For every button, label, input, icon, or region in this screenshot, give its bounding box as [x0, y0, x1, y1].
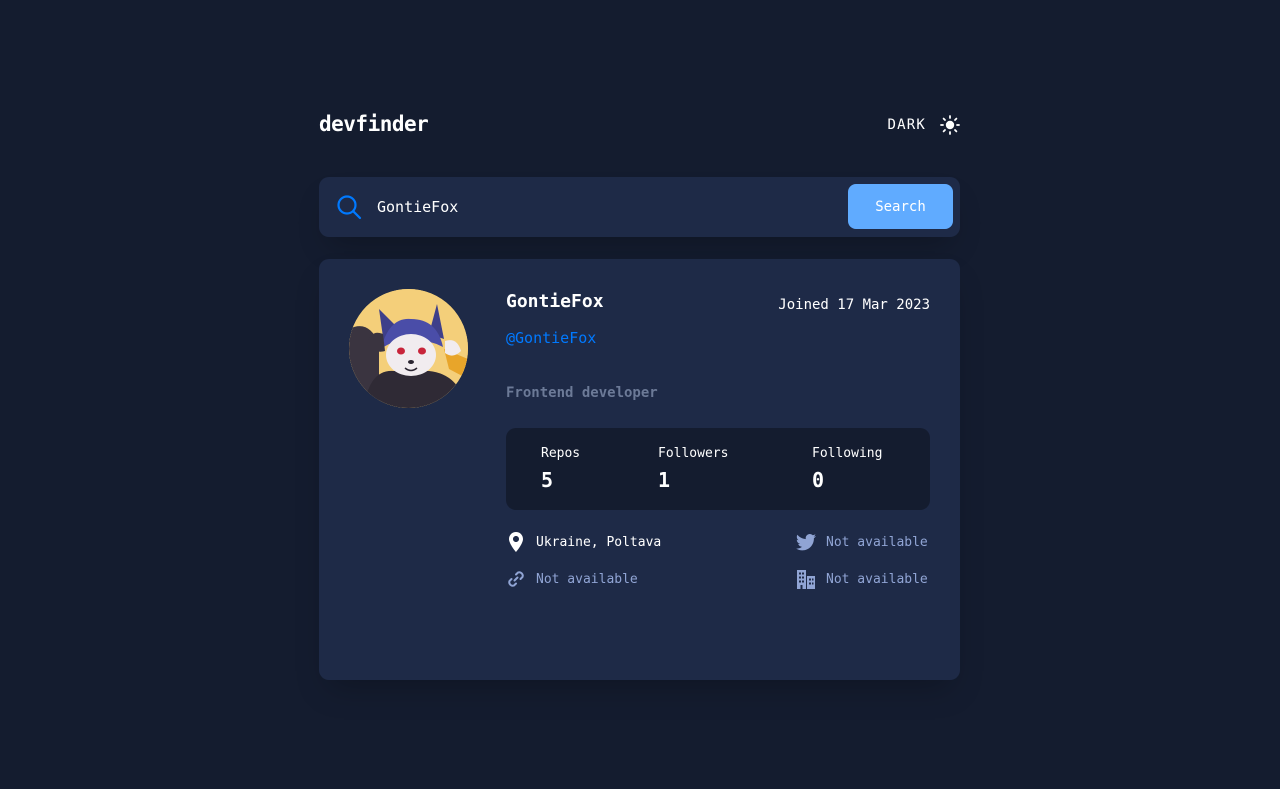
search-button[interactable]: Search	[848, 184, 953, 229]
sun-icon[interactable]	[940, 115, 960, 135]
location-pin-icon	[506, 532, 526, 552]
stat-repos-value: 5	[541, 468, 554, 492]
avatar	[349, 289, 468, 408]
link-icon	[506, 569, 526, 589]
company-text: Not available	[826, 571, 928, 587]
avatar-image	[349, 289, 468, 408]
search-input[interactable]	[377, 191, 837, 223]
twitter-icon	[796, 532, 816, 552]
profile-card: GontieFox Joined 17 Mar 2023 @GontieFox …	[319, 259, 960, 680]
twitter-info: Not available	[796, 531, 928, 553]
search-icon	[337, 195, 362, 220]
profile-name: GontieFox	[506, 291, 604, 312]
stat-repos-label: Repos	[541, 446, 581, 461]
app-logo: devfinder	[319, 112, 429, 136]
stat-followers-value: 1	[658, 468, 671, 492]
stats-panel: Repos 5 Followers 1 Following 0	[506, 428, 930, 510]
location-info: Ukraine, Poltava	[506, 531, 661, 553]
header: devfinder DARK	[319, 108, 960, 142]
joined-date: Joined 17 Mar 2023	[778, 297, 930, 313]
stat-following-label: Following	[812, 446, 883, 461]
stat-repos: Repos 5	[541, 445, 580, 492]
blog-text: Not available	[536, 571, 638, 587]
company-building-icon	[796, 569, 816, 589]
twitter-text: Not available	[826, 534, 928, 550]
theme-label[interactable]: DARK	[887, 117, 926, 133]
theme-toggle[interactable]: DARK	[887, 110, 960, 140]
profile-login-link[interactable]: @GontieFox	[506, 329, 596, 347]
stat-followers-label: Followers	[658, 446, 729, 461]
stat-followers: Followers 1	[658, 445, 728, 492]
profile-bio: Frontend developer	[506, 385, 658, 401]
stat-following-value: 0	[812, 468, 825, 492]
company-info: Not available	[796, 568, 928, 590]
search-bar: Search	[319, 177, 960, 237]
location-text: Ukraine, Poltava	[536, 534, 662, 550]
blog-info: Not available	[506, 568, 638, 590]
stat-following: Following 0	[812, 445, 882, 492]
